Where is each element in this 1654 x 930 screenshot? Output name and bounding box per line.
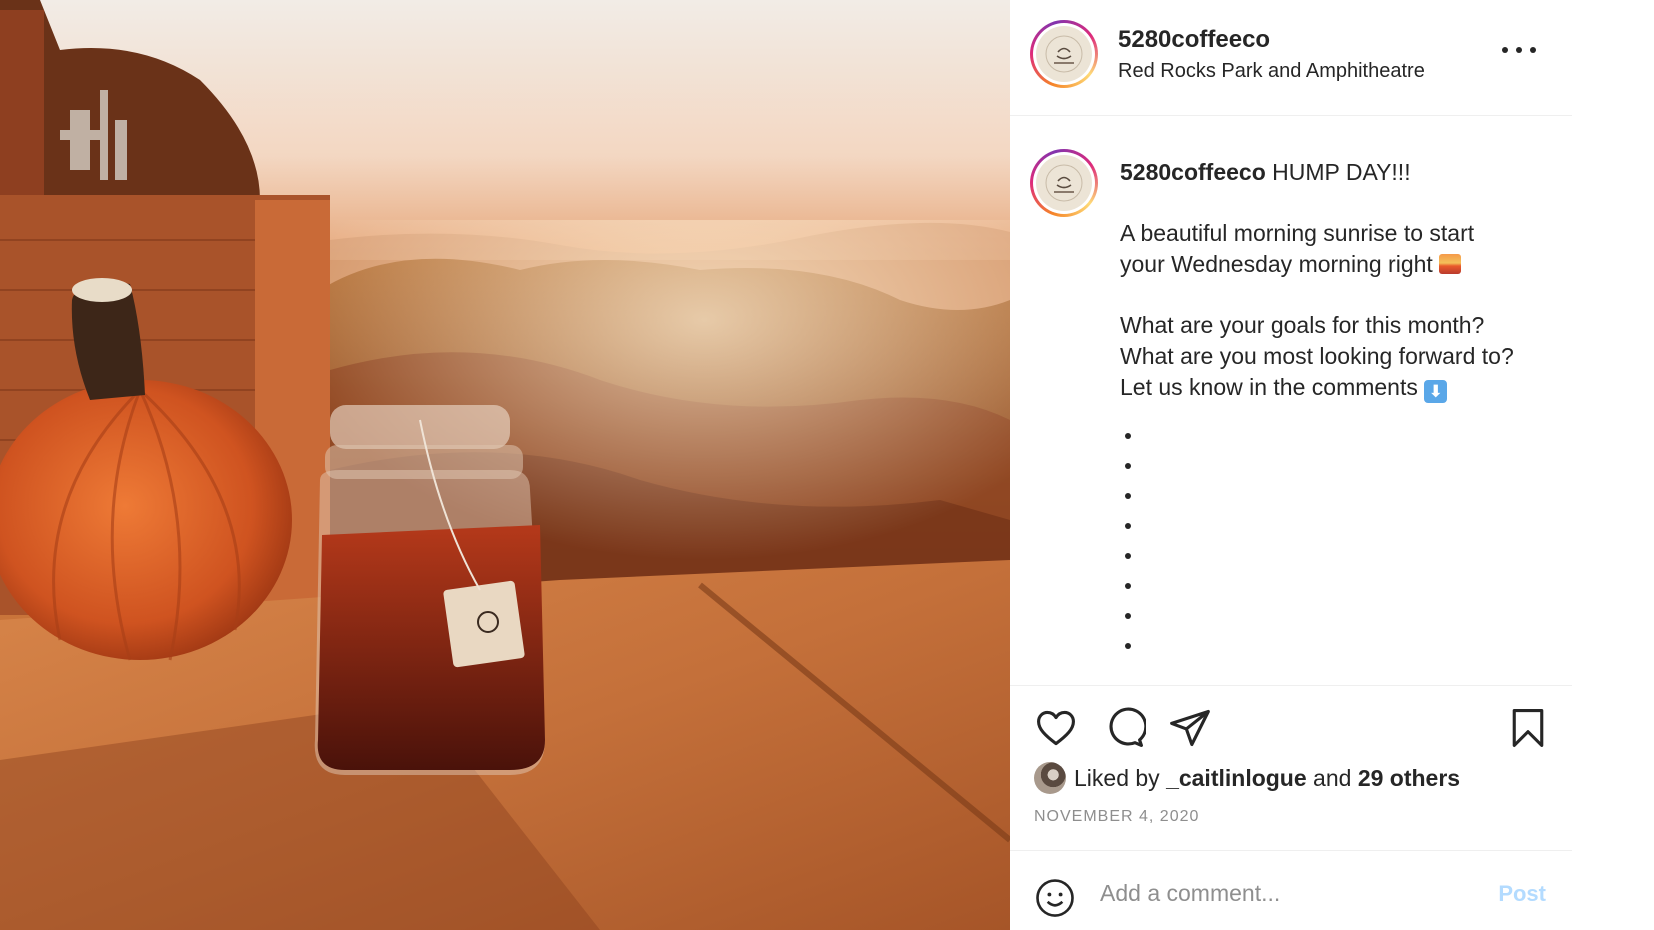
likes-summary: Liked by _caitlinlogue and 29 others (1034, 762, 1460, 794)
post-caption: 5280coffeeco HUMP DAY!!! A beautiful mor… (1010, 117, 1572, 685)
more-options-icon[interactable] (1502, 40, 1536, 60)
caption-line-5: Let us know in the comments (1120, 374, 1418, 400)
comment-icon[interactable] (1102, 706, 1146, 750)
caption-line-2: your Wednesday morning right (1120, 251, 1433, 277)
down-arrow-emoji-icon: ⬇ (1424, 380, 1448, 403)
send-icon[interactable] (1168, 706, 1212, 750)
profile-username[interactable]: 5280coffeeco (1118, 26, 1270, 54)
caption-line-4: What are you most looking forward to? (1120, 343, 1514, 369)
post-header: 5280coffeeco Red Rocks Park and Amphithe… (1010, 0, 1572, 116)
post-photo-illustration (0, 0, 1010, 930)
post-sidebar: 5280coffeeco Red Rocks Park and Amphithe… (1010, 0, 1572, 930)
comment-bar: Post (1010, 850, 1572, 930)
post-date[interactable]: NOVEMBER 4, 2020 (1034, 808, 1199, 826)
caption-line-1: A beautiful morning sunrise to start (1120, 220, 1475, 246)
coffee-logo-icon (1036, 26, 1092, 82)
caption-title: HUMP DAY!!! (1272, 159, 1411, 185)
likes-others[interactable]: 29 others (1358, 765, 1460, 792)
post-actions: Liked by _caitlinlogue and 29 others NOV… (1010, 685, 1572, 850)
caption-username[interactable]: 5280coffeeco (1120, 159, 1266, 185)
post-location[interactable]: Red Rocks Park and Amphitheatre (1118, 60, 1425, 83)
post-image[interactable] (0, 0, 1010, 930)
sunrise-emoji-icon (1439, 254, 1462, 274)
liker-avatar[interactable] (1034, 762, 1066, 794)
post-comment-button[interactable]: Post (1498, 881, 1546, 907)
coffee-logo-icon (1036, 155, 1092, 211)
profile-avatar[interactable] (1030, 20, 1098, 88)
caption-text: 5280coffeeco HUMP DAY!!! A beautiful mor… (1120, 157, 1560, 673)
likes-and: and (1313, 764, 1352, 791)
heart-icon[interactable] (1034, 706, 1078, 750)
bookmark-icon[interactable] (1506, 706, 1550, 750)
likes-user[interactable]: _caitlinlogue (1166, 765, 1307, 792)
caption-line-3: What are your goals for this month? (1120, 312, 1485, 338)
caption-dot-separator (1120, 433, 1560, 649)
likes-prefix: Liked by (1074, 764, 1160, 791)
page-margin (1572, 0, 1654, 930)
comment-input[interactable] (1100, 873, 1470, 913)
caption-avatar[interactable] (1030, 149, 1098, 217)
smiley-icon[interactable] (1034, 877, 1076, 919)
